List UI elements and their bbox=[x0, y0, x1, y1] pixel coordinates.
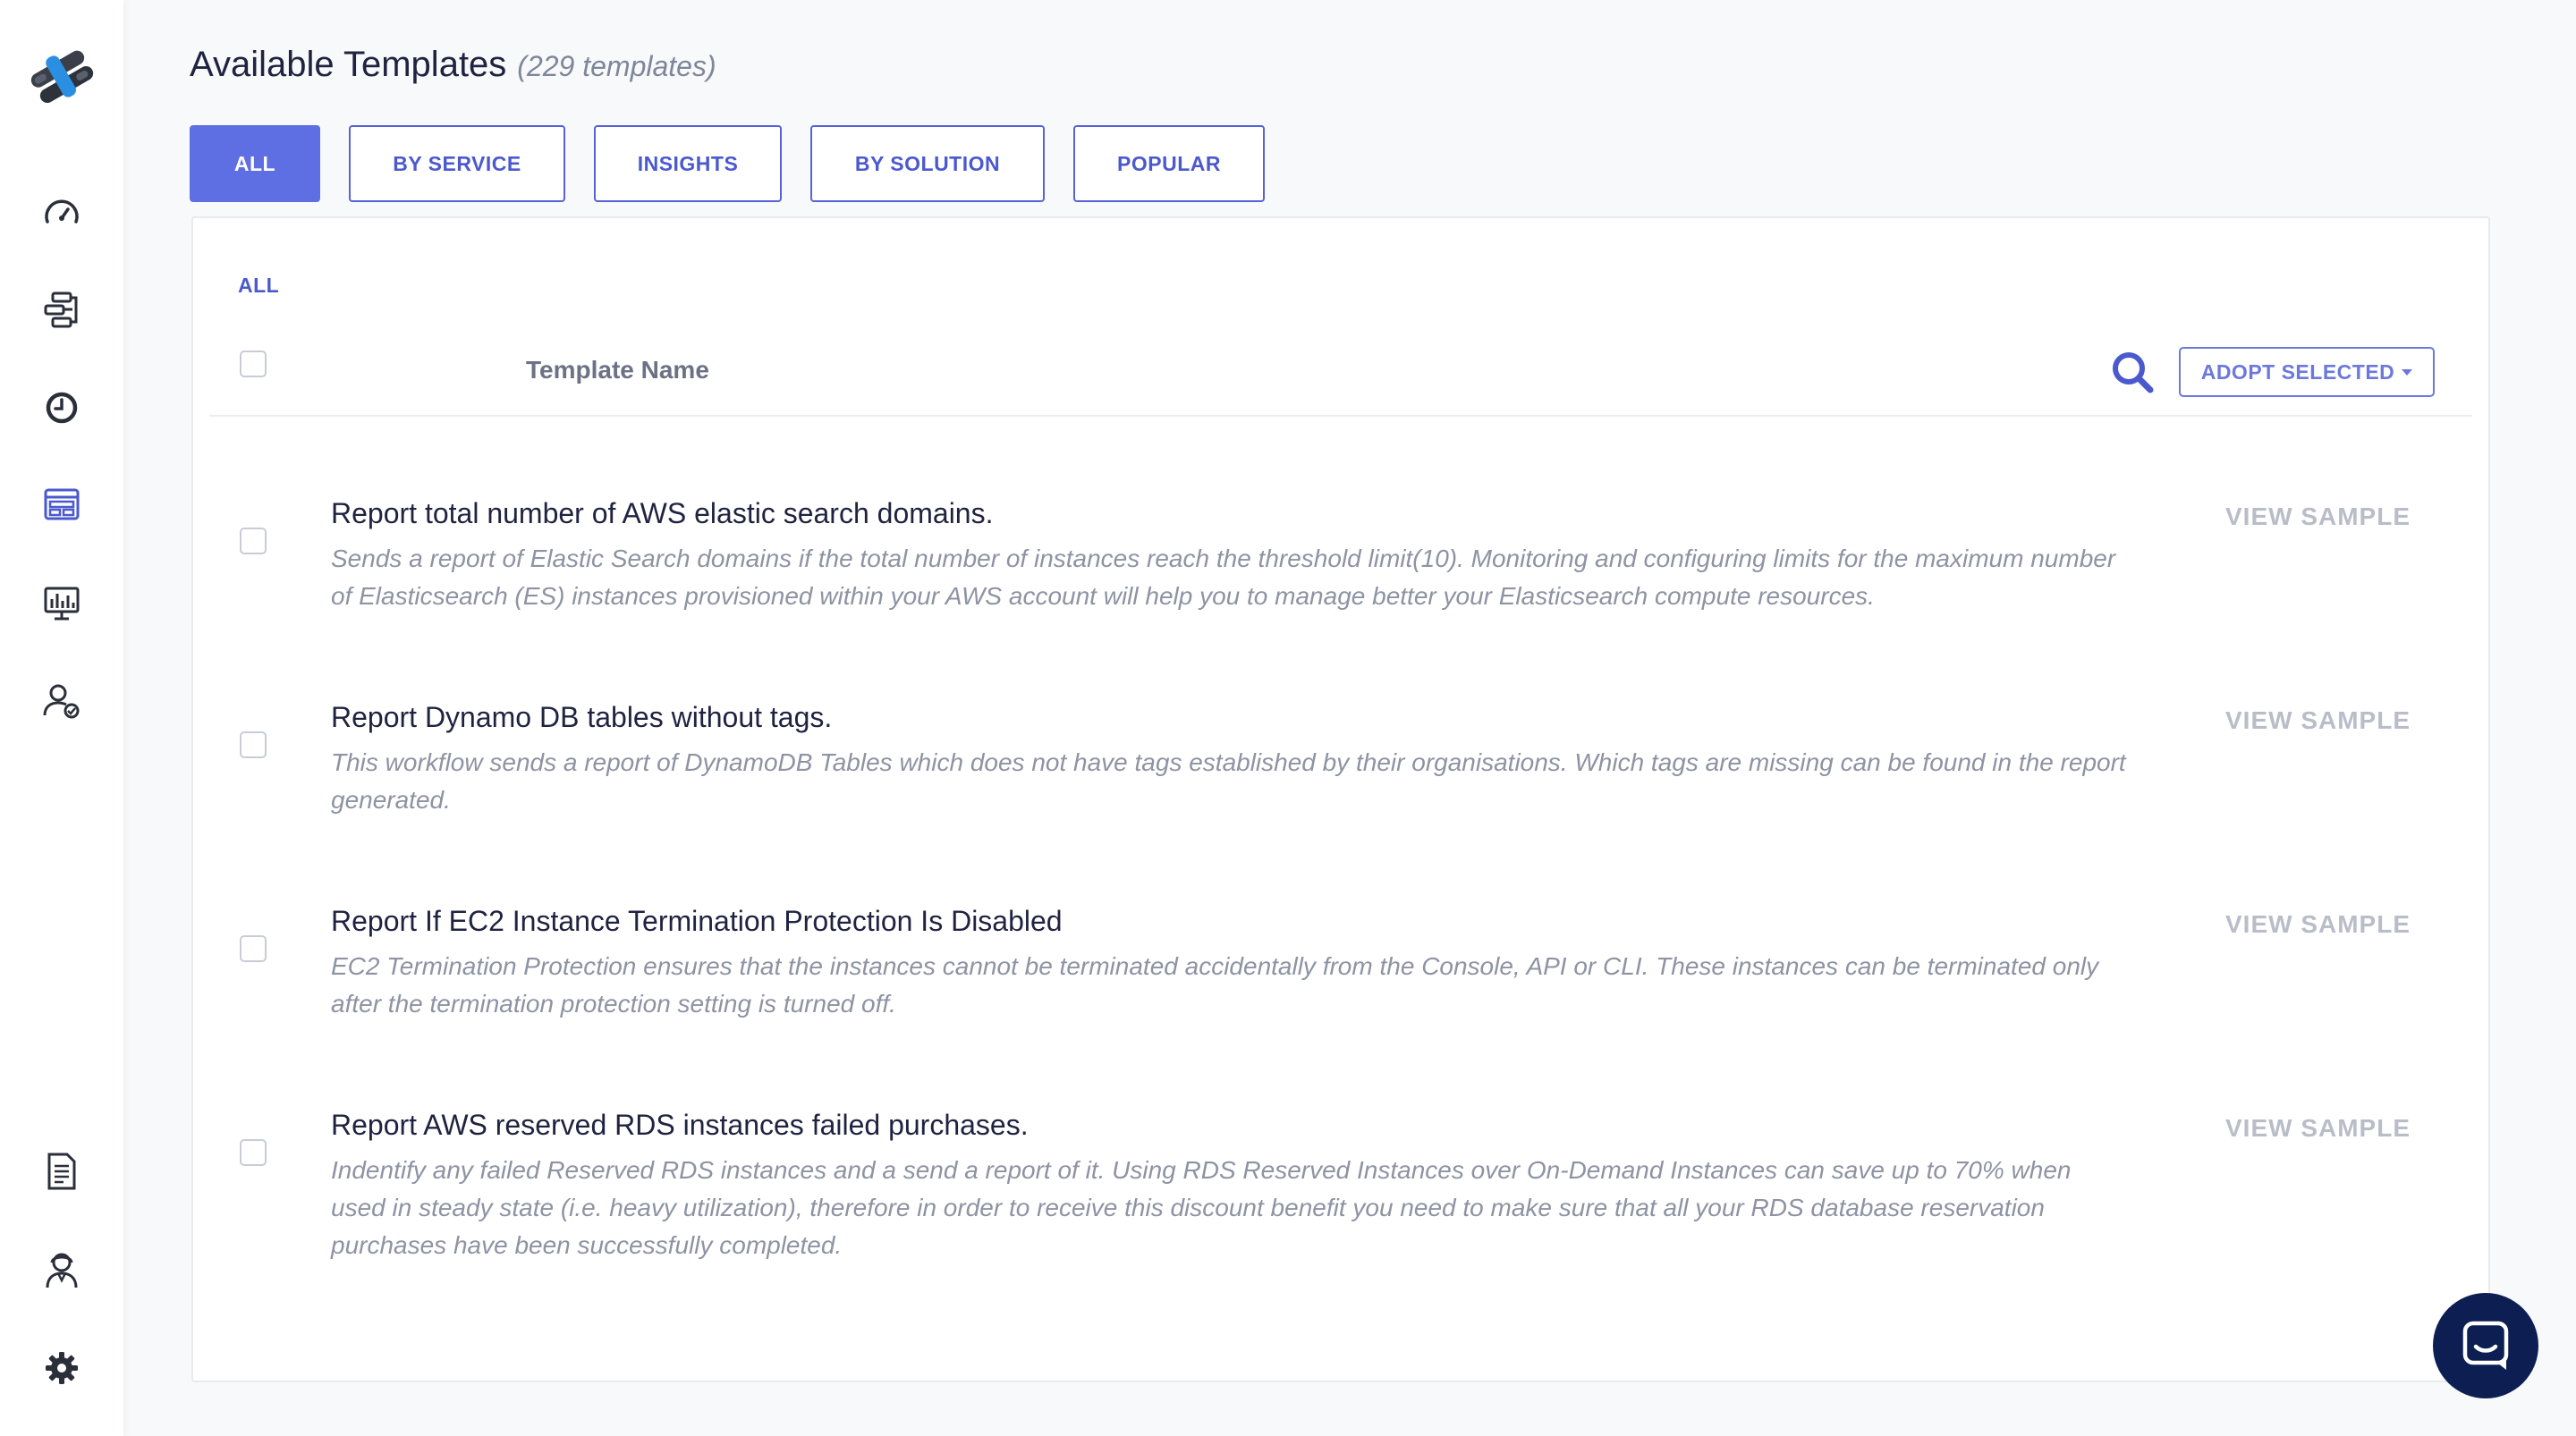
template-checkbox[interactable] bbox=[240, 1139, 267, 1166]
template-row: Report total number of AWS elastic searc… bbox=[193, 485, 2488, 663]
templates-icon[interactable] bbox=[40, 483, 83, 526]
support-icon[interactable] bbox=[40, 1248, 83, 1291]
insights-icon[interactable] bbox=[40, 581, 83, 624]
template-description: Sends a report of Elastic Search domains… bbox=[331, 545, 2116, 610]
template-title: Report Dynamo DB tables without tags. bbox=[331, 701, 833, 733]
tab-by-solution[interactable]: BY SOLUTION bbox=[810, 125, 1045, 202]
header-divider bbox=[209, 415, 2472, 417]
template-count: (229 templates) bbox=[517, 50, 716, 82]
page-title: Available Templates (229 templates) bbox=[190, 45, 716, 85]
select-all-checkbox[interactable] bbox=[240, 351, 267, 377]
chat-launcher[interactable] bbox=[2433, 1293, 2538, 1398]
search-icon[interactable] bbox=[2109, 349, 2156, 395]
page-title-text: Available Templates bbox=[190, 45, 507, 84]
template-description: Indentify any failed Reserved RDS instan… bbox=[331, 1156, 2072, 1259]
template-checkbox[interactable] bbox=[240, 731, 267, 758]
filter-label: ALL bbox=[238, 274, 280, 297]
template-row: Report AWS reserved RDS instances failed… bbox=[193, 1096, 2488, 1311]
adopt-selected-button[interactable]: ADOPT SELECTED bbox=[2179, 347, 2435, 397]
template-title: Report total number of AWS elastic searc… bbox=[331, 497, 994, 529]
template-description: EC2 Termination Protection ensures that … bbox=[331, 952, 2099, 1018]
settings-icon[interactable] bbox=[40, 1347, 83, 1390]
template-title: Report If EC2 Instance Termination Prote… bbox=[331, 905, 1063, 937]
view-sample-button[interactable]: VIEW SAMPLE bbox=[2225, 1114, 2411, 1143]
view-sample-button[interactable]: VIEW SAMPLE bbox=[2225, 706, 2411, 735]
view-sample-button[interactable]: VIEW SAMPLE bbox=[2225, 503, 2411, 531]
workflows-icon[interactable] bbox=[40, 288, 83, 331]
template-checkbox[interactable] bbox=[240, 528, 267, 554]
sidebar bbox=[0, 0, 123, 1436]
template-checkbox[interactable] bbox=[240, 935, 267, 962]
template-row: Report Dynamo DB tables without tags. Th… bbox=[193, 688, 2488, 867]
users-icon[interactable] bbox=[40, 680, 83, 722]
chat-icon bbox=[2462, 1321, 2509, 1370]
template-row: Report If EC2 Instance Termination Prote… bbox=[193, 892, 2488, 1071]
docs-icon[interactable] bbox=[40, 1150, 83, 1193]
tab-all[interactable]: ALL bbox=[190, 125, 320, 202]
history-icon[interactable] bbox=[40, 386, 83, 429]
adopt-selected-label: ADOPT SELECTED bbox=[2200, 359, 2395, 384]
view-sample-button[interactable]: VIEW SAMPLE bbox=[2225, 910, 2411, 939]
tab-popular[interactable]: POPULAR bbox=[1073, 125, 1265, 202]
template-title: Report AWS reserved RDS instances failed… bbox=[331, 1109, 1029, 1141]
tab-insights[interactable]: INSIGHTS bbox=[594, 125, 782, 202]
template-description: This workflow sends a report of DynamoDB… bbox=[331, 748, 2126, 814]
tab-by-service[interactable]: BY SERVICE bbox=[349, 125, 565, 202]
dashboard-icon[interactable] bbox=[40, 191, 83, 234]
column-header-template-name: Template Name bbox=[526, 356, 709, 384]
templates-panel: ALL Template Name ADOPT SELECTED Report … bbox=[191, 216, 2490, 1382]
chevron-down-icon bbox=[2402, 368, 2413, 376]
app-logo[interactable] bbox=[27, 41, 97, 111]
